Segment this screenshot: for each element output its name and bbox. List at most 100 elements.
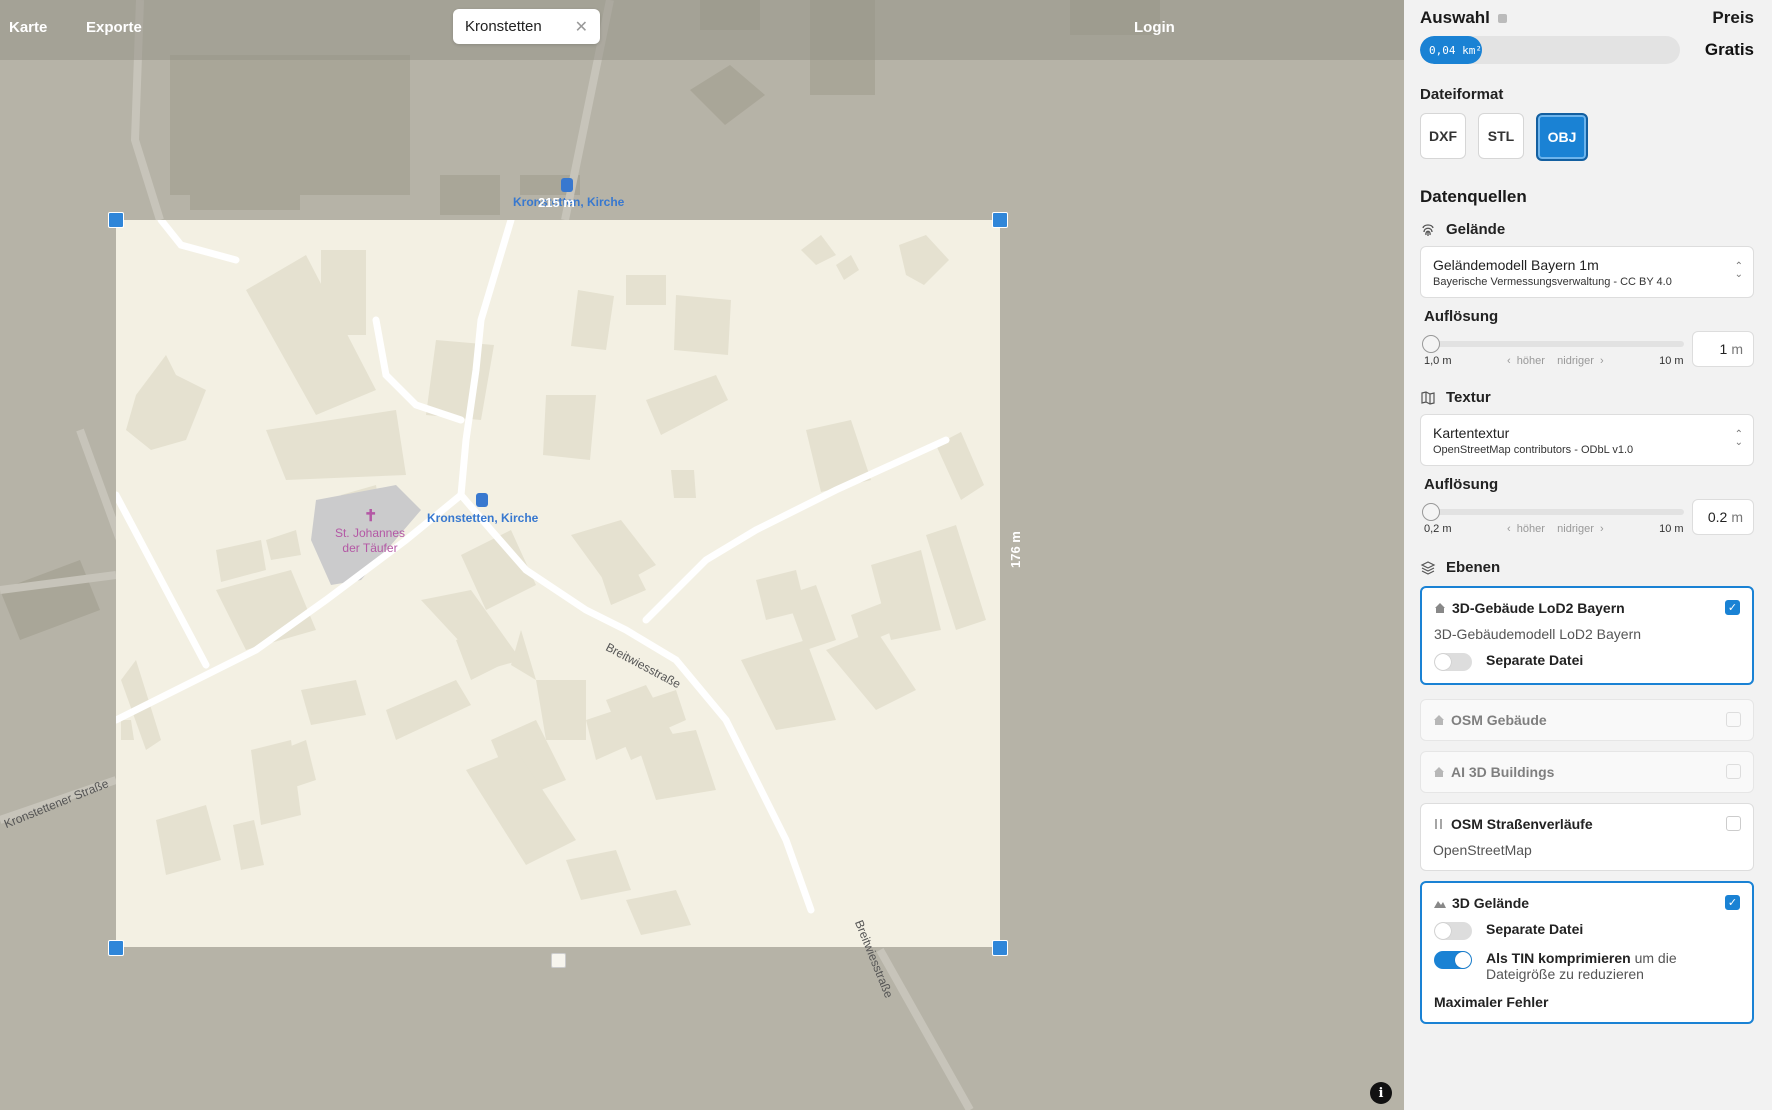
map-view[interactable]: Karte Exporte Login Kronstetten ✕ Kronst…: [0, 0, 1404, 1110]
terrain-source-title: Geländemodell Bayern 1m: [1433, 257, 1599, 273]
slider-track[interactable]: [1422, 503, 1684, 521]
layer-checkbox-osm-buildings[interactable]: [1726, 712, 1741, 727]
selection-width-label: 215 m: [538, 195, 575, 210]
selection-header: Auswahl Preis: [1420, 8, 1754, 28]
house-icon: [1434, 715, 1444, 725]
slider-max-label: 10 m: [1659, 523, 1684, 535]
lock-icon: [1497, 13, 1507, 23]
selection-title-text: Auswahl: [1420, 8, 1490, 27]
chevron-updown-icon: ⌃ ⌄: [1734, 429, 1743, 448]
selection-lock-icon[interactable]: [551, 953, 566, 968]
slider-direction-hint: ‹ höher nidriger ›: [1507, 523, 1604, 535]
slider-max-label: 10 m: [1659, 355, 1684, 367]
texture-resolution-slider: 0,2 m ‹ höher nidriger › 10 m: [1422, 499, 1684, 535]
tin-compress-label: Als TIN komprimieren um die Dateigröße z…: [1486, 950, 1740, 982]
terrain-source-select[interactable]: Geländemodell Bayern 1m Bayerische Verme…: [1420, 246, 1754, 298]
format-button-stl[interactable]: STL: [1478, 113, 1524, 159]
layer-card-lod2[interactable]: 3D-Gebäude LoD2 Bayern ✓ 3D-Gebäudemodel…: [1420, 586, 1754, 685]
layer-checkbox-lod2[interactable]: ✓: [1725, 600, 1740, 615]
texture-source-subtitle: OpenStreetMap contributors - ODbL v1.0: [1433, 444, 1634, 456]
terrain-resolution-slider: 1,0 m ‹ höher nidriger › 10 m: [1422, 331, 1684, 367]
separate-file-toggle[interactable]: [1434, 922, 1472, 940]
texture-header: Textur: [1420, 389, 1754, 406]
slider-hint-right: nidriger: [1557, 523, 1594, 535]
slider-knob[interactable]: [1422, 335, 1440, 353]
separate-file-label: Separate Datei: [1486, 921, 1584, 937]
location-chip[interactable]: Kronstetten ✕: [453, 9, 600, 44]
resize-handle-bottom-left[interactable]: [108, 940, 124, 956]
church-label: St. Johannes der Täufer: [334, 526, 406, 555]
texture-resolution-input[interactable]: 0.2 m: [1691, 499, 1754, 535]
bus-icon: [561, 178, 573, 192]
info-icon[interactable]: i: [1370, 1082, 1392, 1104]
resize-handle-top-left[interactable]: [108, 212, 124, 228]
layer-checkbox-ai-buildings[interactable]: [1726, 764, 1741, 779]
tin-compress-row: Als TIN komprimieren um die Dateigröße z…: [1434, 950, 1740, 982]
texture-label: Textur: [1446, 389, 1491, 406]
texture-source-select[interactable]: Kartentextur OpenStreetMap contributors …: [1420, 414, 1754, 466]
selection-area[interactable]: [116, 220, 1000, 947]
layer-checkbox-osm-streets[interactable]: [1726, 816, 1741, 831]
texture-resolution-label: Auflösung: [1424, 476, 1499, 493]
terrain-resolution-input[interactable]: 1 m: [1691, 331, 1754, 367]
format-button-obj[interactable]: OBJ: [1536, 113, 1588, 161]
terrain-resolution-row: 1,0 m ‹ höher nidriger › 10 m 1 m: [1420, 331, 1754, 367]
texture-resolution-unit: m: [1731, 509, 1743, 525]
selection-map-content: [116, 220, 986, 935]
layer-checkbox-3d-terrain[interactable]: ✓: [1725, 895, 1740, 910]
top-bar: [0, 0, 1404, 60]
terrain-source-subtitle: Bayerische Vermessungsverwaltung - CC BY…: [1433, 276, 1672, 288]
slider-hint-right: nidriger: [1557, 355, 1594, 367]
chevron-updown-icon: ⌃ ⌄: [1734, 261, 1743, 280]
file-format-label: Dateiformat: [1420, 86, 1504, 103]
fingerprint-icon: [1422, 223, 1434, 236]
close-icon[interactable]: ✕: [575, 17, 588, 37]
location-chip-label: Kronstetten: [465, 18, 542, 35]
texture-resolution-row: 0,2 m ‹ höher nidriger › 10 m 0.2 m: [1420, 499, 1754, 535]
terrain-label: Gelände: [1446, 221, 1506, 238]
format-button-dxf[interactable]: DXF: [1420, 113, 1466, 159]
layer-title: 3D-Gebäude LoD2 Bayern: [1434, 600, 1740, 616]
nav-karte[interactable]: Karte: [9, 19, 47, 36]
price-value: Gratis: [1704, 40, 1754, 59]
terrain-resolution-unit: m: [1731, 341, 1743, 357]
slider-labels: 0,2 m ‹ höher nidriger › 10 m: [1424, 523, 1684, 535]
layer-title: OSM Gebäude: [1433, 712, 1741, 728]
max-error-label: Maximaler Fehler: [1434, 994, 1549, 1010]
nav-login[interactable]: Login: [1134, 19, 1175, 36]
resize-handle-bottom-right[interactable]: [992, 940, 1008, 956]
tin-compress-label-bold: Als TIN komprimieren: [1486, 950, 1631, 966]
layer-card-ai-buildings[interactable]: AI 3D Buildings: [1420, 751, 1754, 793]
area-bar-fill: 0,04 km²: [1420, 36, 1483, 64]
app-root: Karte Exporte Login Kronstetten ✕ Kronst…: [0, 0, 1772, 1110]
layer-title-text: 3D-Gebäude LoD2 Bayern: [1452, 600, 1625, 616]
layer-title-text: AI 3D Buildings: [1451, 764, 1555, 780]
separate-file-row: Separate Datei: [1434, 652, 1740, 671]
layer-title: 3D Gelände: [1434, 895, 1740, 911]
slider-track[interactable]: [1422, 335, 1684, 353]
resize-handle-top-right[interactable]: [992, 212, 1008, 228]
area-bar: 0,04 km²: [1420, 36, 1680, 64]
slider-knob[interactable]: [1422, 503, 1440, 521]
layer-card-osm-streets[interactable]: OSM Straßenverläufe OpenStreetMap: [1420, 803, 1754, 871]
layer-card-osm-buildings[interactable]: OSM Gebäude: [1420, 699, 1754, 741]
data-sources-title: Datenquellen: [1420, 187, 1527, 206]
slider-direction-hint: ‹ höher nidriger ›: [1507, 355, 1604, 367]
slider-min-label: 0,2 m: [1424, 523, 1452, 535]
layer-subtitle: OpenStreetMap: [1433, 842, 1532, 858]
file-format-options: DXF STL OBJ: [1420, 113, 1754, 161]
tin-compress-toggle[interactable]: [1434, 951, 1472, 969]
separate-file-toggle[interactable]: [1434, 653, 1472, 671]
slider-min-label: 1,0 m: [1424, 355, 1452, 367]
nav-exporte[interactable]: Exporte: [86, 19, 142, 36]
layer-title-text: OSM Straßenverläufe: [1451, 816, 1593, 832]
layers-icon: [1420, 560, 1436, 575]
slider-labels: 1,0 m ‹ höher nidriger › 10 m: [1424, 355, 1684, 367]
selection-area-row: 0,04 km² Gratis: [1420, 36, 1754, 64]
layer-title-text: 3D Gelände: [1452, 895, 1530, 911]
layer-title-text: OSM Gebäude: [1451, 712, 1547, 728]
layer-card-3d-terrain[interactable]: 3D Gelände ✓ Separate Datei Als TIN komp…: [1420, 881, 1754, 1024]
selection-title: Auswahl: [1420, 8, 1507, 28]
layer-subtitle: 3D-Gebäudemodell LoD2 Bayern: [1434, 626, 1642, 642]
house-icon: [1434, 767, 1444, 777]
